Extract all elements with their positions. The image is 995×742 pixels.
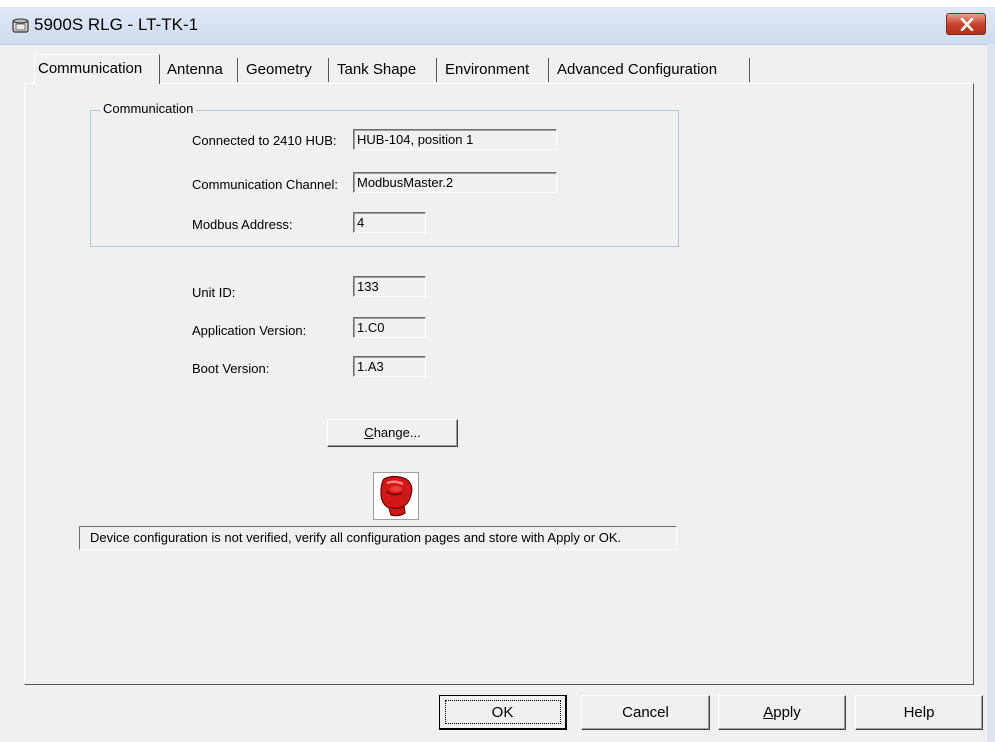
close-button[interactable] bbox=[946, 13, 986, 35]
title-bar[interactable]: 5900S RLG - LT-TK-1 bbox=[0, 7, 995, 45]
application-version-field[interactable]: 1.C0 bbox=[353, 317, 426, 338]
change-button-accel: C bbox=[364, 425, 374, 440]
status-icon-box bbox=[373, 472, 419, 520]
help-button[interactable]: Help bbox=[855, 695, 983, 730]
channel-label: Communication Channel: bbox=[192, 177, 338, 192]
tab-geometry[interactable]: Geometry bbox=[243, 58, 329, 82]
close-icon bbox=[960, 18, 974, 31]
boot-version-field[interactable]: 1.A3 bbox=[353, 356, 426, 377]
boot-version-label: Boot Version: bbox=[192, 361, 270, 376]
cancel-button[interactable]: Cancel bbox=[581, 695, 710, 730]
status-message: Device configuration is not verified, ve… bbox=[79, 526, 677, 550]
apply-button[interactable]: Apply bbox=[718, 695, 846, 730]
window-title: 5900S RLG - LT-TK-1 bbox=[34, 15, 199, 34]
modbus-address-field[interactable]: 4 bbox=[353, 212, 426, 233]
red-boxing-glove-icon bbox=[380, 475, 413, 517]
change-button[interactable]: Change... bbox=[327, 419, 458, 447]
apply-button-accel: A bbox=[763, 704, 774, 721]
change-button-label: hange... bbox=[373, 425, 421, 440]
unit-id-label: Unit ID: bbox=[192, 285, 236, 300]
apply-button-label: pply bbox=[773, 704, 801, 721]
tab-advanced-configuration[interactable]: Advanced Configuration bbox=[554, 58, 750, 82]
tab-tank-shape[interactable]: Tank Shape bbox=[334, 58, 437, 82]
tab-antenna[interactable]: Antenna bbox=[164, 58, 238, 82]
window-right-border bbox=[987, 44, 995, 742]
application-version-label: Application Version: bbox=[192, 323, 307, 338]
communication-group-title: Communication bbox=[100, 101, 197, 116]
tank-icon bbox=[12, 18, 29, 33]
tab-environment[interactable]: Environment bbox=[442, 58, 549, 82]
modbus-address-label: Modbus Address: bbox=[192, 217, 293, 232]
dialog-window: 5900S RLG - LT-TK-1 Communication Antenn… bbox=[0, 0, 995, 742]
channel-field[interactable]: ModbusMaster.2 bbox=[353, 172, 557, 193]
hub-label: Connected to 2410 HUB: bbox=[192, 133, 337, 148]
unit-id-field[interactable]: 133 bbox=[353, 276, 426, 297]
hub-field[interactable]: HUB-104, position 1 bbox=[353, 129, 557, 150]
tab-communication[interactable]: Communication bbox=[34, 54, 160, 84]
ok-focus-rect bbox=[445, 700, 561, 724]
